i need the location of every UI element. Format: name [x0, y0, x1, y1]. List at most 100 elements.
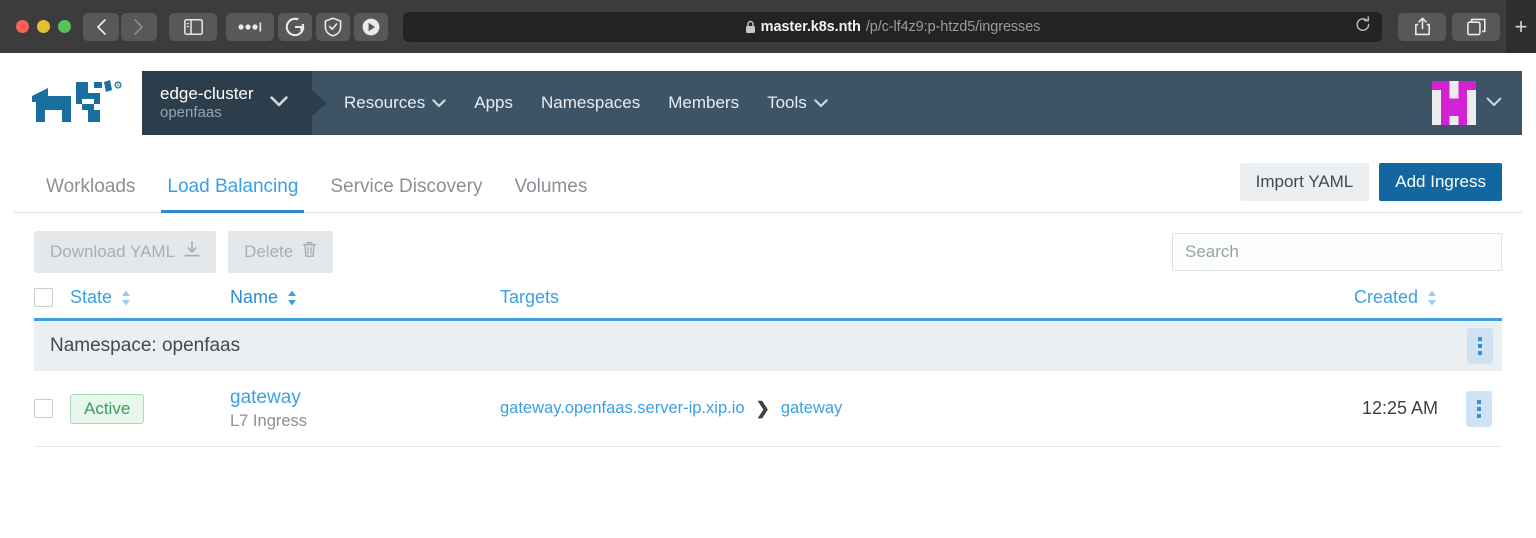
app-navbar: R edge-cluster openfaas Resources Apps N…	[14, 71, 1522, 135]
browser-toolbar: master.k8s.nth/p/c-lf4z9:p-htzd5/ingress…	[0, 0, 1536, 53]
url-text: master.k8s.nth/p/c-lf4z9:p-htzd5/ingress…	[745, 18, 1041, 35]
search-input[interactable]	[1172, 233, 1502, 271]
download-yaml-label: Download YAML	[50, 242, 176, 261]
navbar-main: edge-cluster openfaas Resources Apps Nam…	[142, 71, 1522, 135]
column-header-label: Created	[1353, 287, 1418, 307]
nav-item-label: Members	[668, 93, 740, 112]
row-created-cell: 12:25 AM	[1226, 398, 1456, 419]
nav-item-resources[interactable]: Resources	[344, 93, 446, 113]
navbar-links: Resources Apps Namespaces Members Tools	[344, 93, 828, 113]
url-host: master.k8s.nth	[760, 18, 861, 35]
cluster-name: edge-cluster	[160, 84, 254, 103]
sidebar-group	[169, 12, 217, 41]
row-name-cell: gateway L7 Ingress	[230, 387, 500, 431]
status-badge: Active	[70, 393, 145, 424]
sidebar-toggle-icon[interactable]	[169, 12, 217, 41]
extension-buttons	[226, 12, 388, 41]
row-state-cell: Active	[70, 393, 230, 424]
row-checkbox[interactable]	[34, 399, 53, 418]
row-targets-cell: gateway.openfaas.server-ip.xip.io ❯ gate…	[500, 399, 1226, 419]
select-all-checkbox[interactable]	[34, 288, 53, 307]
created-time: 12:25 AM	[1361, 398, 1438, 418]
sort-icon	[1426, 288, 1438, 308]
column-header-label: Name	[230, 287, 279, 307]
tab-service-discovery[interactable]: Service Discovery	[314, 176, 498, 212]
kebab-menu-icon[interactable]	[1466, 390, 1492, 427]
nav-item-label: Apps	[474, 93, 514, 112]
sort-icon	[286, 288, 298, 308]
select-all-cell	[34, 288, 70, 307]
kebab-menu-icon[interactable]	[1467, 328, 1493, 364]
tab-load-balancing[interactable]: Load Balancing	[151, 176, 314, 213]
back-chevron-icon[interactable]	[83, 12, 119, 41]
nav-item-label: Tools	[767, 93, 807, 112]
rancher-cow-logo[interactable]: R	[14, 71, 142, 135]
nav-item-namespaces[interactable]: Namespaces	[541, 93, 640, 113]
chevron-down-icon	[269, 94, 288, 112]
import-yaml-button[interactable]: Import YAML	[1239, 162, 1370, 201]
column-header-targets: Targets	[500, 287, 1226, 308]
namespace-group-row: Namespace: openfaas	[34, 321, 1502, 371]
share-icon[interactable]	[1398, 12, 1446, 41]
column-header-state[interactable]: State	[70, 287, 230, 308]
target-host-link[interactable]: gateway.openfaas.server-ip.xip.io	[500, 399, 745, 418]
chevron-down-icon	[1486, 94, 1502, 112]
nav-item-label: Namespaces	[541, 93, 641, 112]
resource-tabs: Workloads Load Balancing Service Discove…	[14, 157, 1522, 213]
ingress-table: State Name Targets Created Namespace: op…	[34, 287, 1502, 447]
delete-label: Delete	[244, 242, 294, 261]
browser-right-tools: +	[1398, 0, 1536, 53]
tabs-overview-icon[interactable]	[1452, 12, 1500, 41]
user-menu[interactable]	[1432, 81, 1522, 125]
add-ingress-button[interactable]: Add Ingress	[1379, 162, 1502, 201]
target-service-link[interactable]: gateway	[781, 399, 842, 418]
tab-volumes[interactable]: Volumes	[498, 176, 603, 212]
cluster-project-text: edge-cluster openfaas	[160, 83, 254, 123]
delete-button[interactable]: Delete	[228, 231, 334, 273]
header-actions: Import YAML Add Ingress	[1239, 162, 1502, 207]
column-header-label: State	[70, 287, 113, 307]
column-header-label: Targets	[500, 287, 560, 307]
row-select-cell	[34, 399, 70, 418]
onepassword-icon[interactable]	[226, 12, 274, 41]
ingress-type-label: L7 Ingress	[230, 411, 308, 430]
url-path: /p/c-lf4z9:p-htzd5/ingresses	[865, 18, 1041, 35]
reload-icon[interactable]	[1355, 15, 1371, 38]
play-icon[interactable]	[354, 12, 388, 41]
svg-text:R: R	[116, 83, 120, 89]
nav-item-members[interactable]: Members	[668, 93, 739, 113]
trash-icon	[302, 241, 317, 263]
table-toolbar: Download YAML Delete	[14, 213, 1522, 273]
lock-icon	[745, 20, 756, 34]
chevron-down-icon	[432, 93, 446, 113]
download-yaml-button[interactable]: Download YAML	[34, 231, 217, 273]
sort-icon	[120, 288, 132, 308]
window-traffic-lights	[10, 20, 83, 33]
download-icon	[184, 241, 200, 263]
table-row[interactable]: Active gateway L7 Ingress gateway.openfa…	[34, 371, 1502, 447]
grammarly-icon[interactable]	[278, 12, 312, 41]
nav-item-tools[interactable]: Tools	[767, 93, 828, 113]
address-bar[interactable]: master.k8s.nth/p/c-lf4z9:p-htzd5/ingress…	[403, 11, 1382, 42]
project-name: openfaas	[160, 104, 222, 122]
maximize-window-button[interactable]	[58, 20, 71, 33]
close-window-button[interactable]	[16, 20, 29, 33]
chevron-down-icon	[814, 93, 828, 113]
cluster-project-selector[interactable]: edge-cluster openfaas	[142, 71, 312, 135]
nav-item-label: Resources	[344, 93, 426, 112]
ingress-name-link[interactable]: gateway	[230, 387, 500, 409]
namespace-group-label: Namespace: openfaas	[50, 335, 241, 356]
target-separator-icon: ❯	[755, 398, 770, 418]
forward-chevron-icon[interactable]	[121, 12, 157, 41]
minimize-window-button[interactable]	[37, 20, 50, 33]
new-tab-button[interactable]: +	[1506, 0, 1536, 53]
column-header-created[interactable]: Created	[1226, 287, 1456, 308]
tab-workloads[interactable]: Workloads	[34, 176, 151, 212]
column-header-name[interactable]: Name	[230, 287, 500, 308]
shield-icon[interactable]	[316, 12, 350, 41]
tab-list: Workloads Load Balancing Service Discove…	[34, 157, 603, 213]
navigation-buttons	[83, 12, 157, 41]
rancher-app: R edge-cluster openfaas Resources Apps N…	[0, 71, 1536, 447]
table-header-row: State Name Targets Created	[34, 287, 1502, 321]
nav-item-apps[interactable]: Apps	[474, 93, 513, 113]
